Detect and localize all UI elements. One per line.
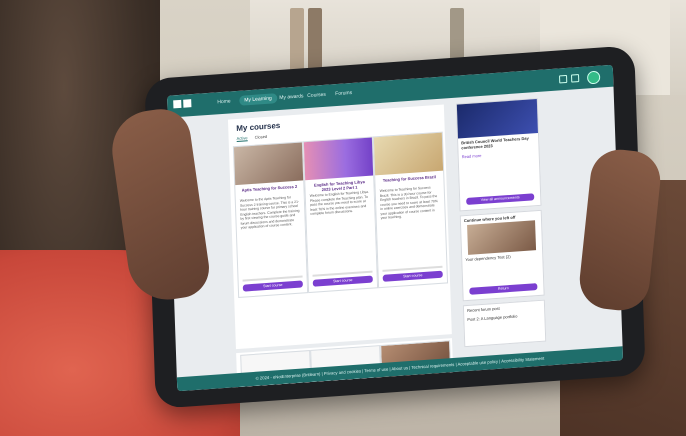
continue-image xyxy=(467,220,537,255)
nav-forums[interactable]: Forums xyxy=(335,90,352,97)
tab-active[interactable]: Active xyxy=(236,135,248,142)
view-all-announcements-button[interactable]: View all announcements xyxy=(466,193,535,206)
announcements-box: British Council World Teachers Day confe… xyxy=(455,97,542,212)
avatar[interactable] xyxy=(586,70,601,85)
photo-scene: Home My Learning My awards Courses Forum… xyxy=(0,0,686,436)
start-course-button[interactable]: Start course xyxy=(382,270,443,282)
course-tabs: Active Closed xyxy=(236,133,274,142)
course-card[interactable]: Aptis Teaching for Success 2 Welcome to … xyxy=(232,141,309,298)
sidebar: British Council World Teachers Day confe… xyxy=(455,97,547,363)
page-title: My courses xyxy=(236,120,281,134)
nav-courses[interactable]: Courses xyxy=(307,92,326,99)
recent-forum-box: Recent forum post Post 2: A Language por… xyxy=(462,299,547,348)
course-image-classroom xyxy=(233,142,304,186)
course-card[interactable]: English for Teaching Libya 2023 Level 2 … xyxy=(302,136,379,294)
course-title[interactable]: Aptis Teaching for Success 2 xyxy=(239,184,299,193)
course-title[interactable]: Teaching for Success Brazil xyxy=(379,174,439,183)
british-council-logo xyxy=(173,98,203,112)
course-image-2 xyxy=(303,137,374,181)
messages-icon[interactable] xyxy=(559,74,568,84)
nav-home[interactable]: Home xyxy=(217,98,231,105)
course-description: Welcome to Teaching for Success Brazil. … xyxy=(379,185,438,220)
notifications-icon[interactable] xyxy=(571,74,580,83)
course-description: Welcome to English for Teaching Libya. P… xyxy=(309,189,370,216)
start-course-button[interactable]: Start course xyxy=(242,280,303,292)
nav-my-learning[interactable]: My Learning xyxy=(239,93,277,106)
continue-box: Continue where you left off Your depende… xyxy=(459,209,545,302)
start-course-button[interactable]: Start course xyxy=(312,275,373,287)
tablet: Home My Learning My awards Courses Forum… xyxy=(144,45,646,409)
tab-closed[interactable]: Closed xyxy=(255,134,268,140)
nav-my-awards[interactable]: My awards xyxy=(279,93,303,101)
my-courses-panel: My courses Active Closed Aptis Teaching … xyxy=(227,104,452,350)
return-button[interactable]: Return xyxy=(469,283,538,295)
course-image-brazil xyxy=(373,132,444,176)
course-card[interactable]: Teaching for Success Brazil Welcome to T… xyxy=(372,131,449,289)
tablet-screen: Home My Learning My awards Courses Forum… xyxy=(167,64,624,392)
course-description: Welcome to the Aptis Teaching for Succes… xyxy=(239,195,300,230)
announcement-image xyxy=(456,99,538,139)
